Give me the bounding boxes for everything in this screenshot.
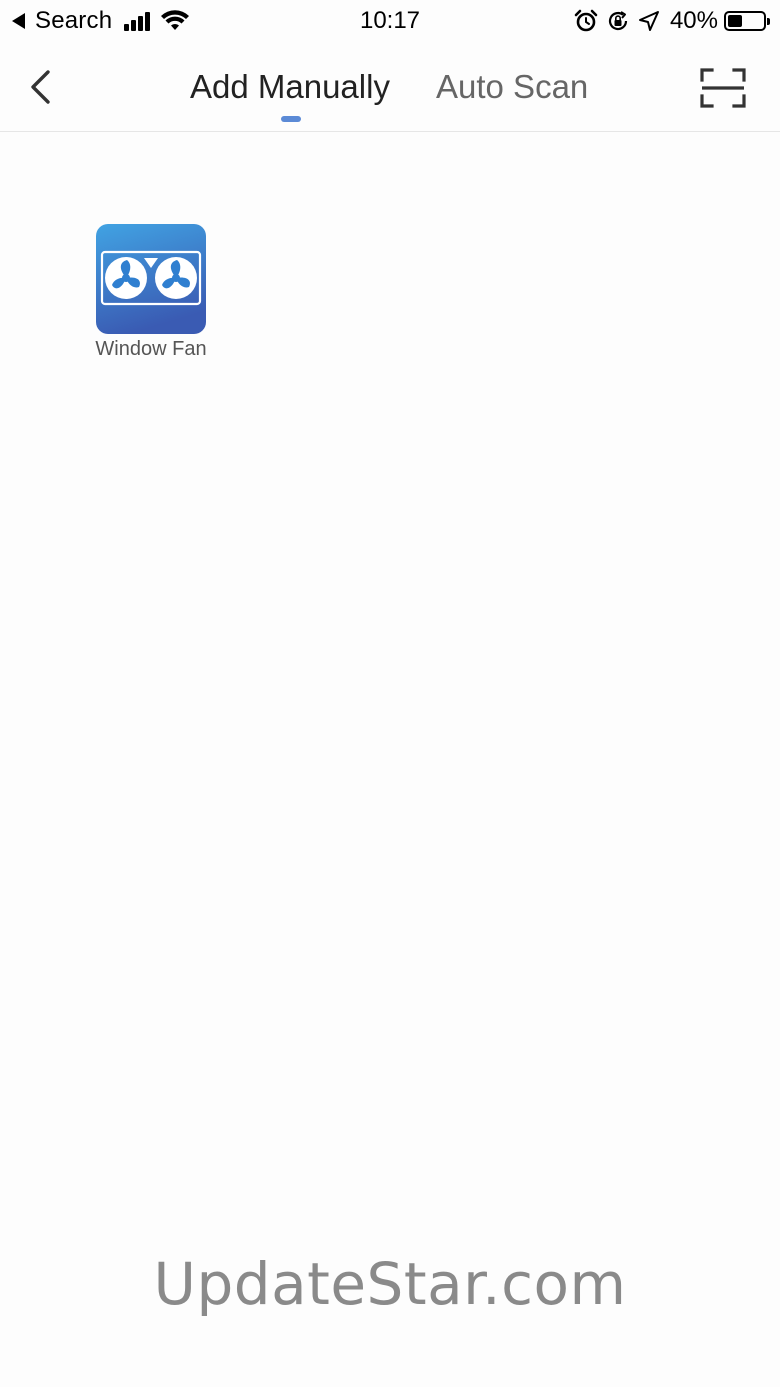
tab-switcher: Add Manually Auto Scan (0, 42, 780, 132)
watermark-text: UpdateStar.com (153, 1250, 627, 1318)
device-label: Window Fan (95, 338, 207, 360)
device-grid: Window Fan (0, 132, 780, 1387)
status-bar: Search 10:17 40% (0, 0, 780, 42)
top-nav-bar: Add Manually Auto Scan (0, 42, 780, 132)
app-screen: Search 10:17 40% Add Manually Auto Scan … (0, 0, 780, 1387)
battery-percent: 40% (669, 7, 718, 34)
battery-cap (767, 18, 770, 25)
battery-level (728, 15, 742, 27)
battery-icon (724, 11, 770, 31)
status-right-group: 40% (566, 6, 770, 36)
tab-add-manually[interactable]: Add Manually (190, 64, 390, 110)
window-fan-icon (96, 224, 206, 334)
qr-scan-icon[interactable] (700, 68, 746, 108)
active-tab-indicator (281, 116, 301, 122)
device-tile-window-fan[interactable]: Window Fan (88, 224, 214, 361)
tab-auto-scan[interactable]: Auto Scan (436, 64, 588, 110)
orientation-lock-icon (608, 11, 628, 31)
alarm-icon (574, 9, 598, 32)
location-arrow-icon (638, 11, 659, 31)
